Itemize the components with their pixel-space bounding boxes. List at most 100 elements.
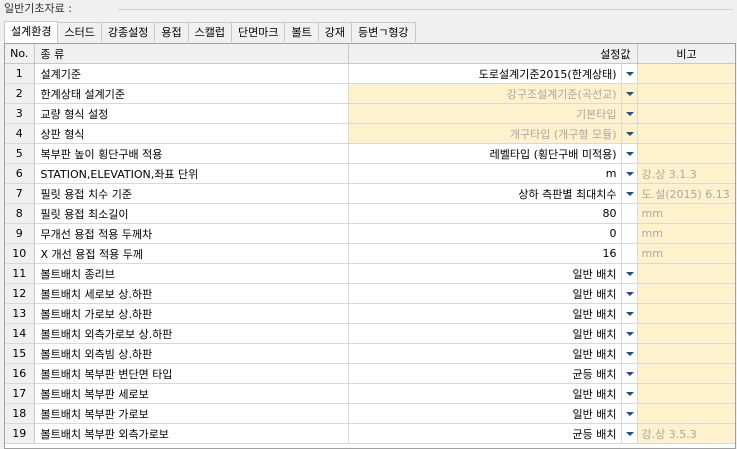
table-row[interactable]: 18 볼트배치 복부판 가로보 일반 배치 <box>5 403 735 424</box>
chevron-down-icon[interactable] <box>622 384 637 403</box>
table-row[interactable]: 6 STATION,ELEVATION,좌표 단위 m 강.상 3.1.3 <box>5 163 735 184</box>
row-value[interactable]: 일반 배치 <box>348 263 622 284</box>
header-value[interactable]: 설정값 <box>348 44 638 64</box>
row-name: 한계상태 설계기준 <box>34 83 349 104</box>
tab-7[interactable]: 강재 <box>317 22 352 42</box>
table-row[interactable]: 8 필릿 용접 최소길이 80 mm <box>5 203 735 224</box>
row-note <box>637 323 735 344</box>
row-value[interactable]: 레벨타입 (횡단구배 미적용) <box>348 143 622 164</box>
group-title: 일반기초자료 : <box>4 2 72 15</box>
row-value[interactable]: 80 <box>348 203 622 224</box>
row-name: 볼트배치 복부판 가로보 <box>34 403 349 424</box>
row-number: 15 <box>5 343 35 364</box>
group-divider <box>118 9 733 10</box>
table-row[interactable]: 2 한계상태 설계기준 강구조설계기준(곡선교) <box>5 83 735 104</box>
chevron-down-icon[interactable] <box>622 284 637 303</box>
row-note: 강.상 3.5.3 <box>637 423 735 444</box>
chevron-down-icon[interactable] <box>622 164 637 183</box>
row-value[interactable]: 일반 배치 <box>348 343 622 364</box>
row-note: 강.상 3.1.3 <box>637 163 735 184</box>
row-name: 상판 형식 <box>34 123 349 144</box>
row-number: 14 <box>5 323 35 344</box>
table-row[interactable]: 15 볼트배치 외측빔 상.하판 일반 배치 <box>5 343 735 364</box>
chevron-down-icon[interactable] <box>622 324 637 343</box>
row-value[interactable]: m <box>348 163 622 184</box>
row-name: 볼트배치 복부판 외측가로보 <box>34 423 349 444</box>
chevron-down-icon[interactable] <box>622 144 637 163</box>
tab-0[interactable]: 설계환경 <box>4 21 59 43</box>
row-value[interactable]: 균등 배치 <box>348 423 622 444</box>
table-row[interactable]: 5 복부판 높이 횡단구배 적용 레벨타입 (횡단구배 미적용) <box>5 143 735 164</box>
row-number: 10 <box>5 243 35 264</box>
table-row[interactable]: 16 볼트배치 복부판 변단면 타입 균등 배치 <box>5 363 735 384</box>
row-value[interactable]: 상하 측판별 최대치수 <box>348 183 622 204</box>
table-row[interactable]: 11 볼트배치 종리브 일반 배치 <box>5 263 735 284</box>
table-row[interactable]: 10 X 개선 용접 적용 두께 16 mm <box>5 243 735 264</box>
table-row[interactable]: 3 교량 형식 설정 기본타입 <box>5 103 735 124</box>
row-value[interactable]: 일반 배치 <box>348 403 622 424</box>
chevron-down-icon[interactable] <box>622 84 637 103</box>
row-dropdown-cell <box>621 363 638 384</box>
table-row[interactable]: 13 볼트배치 가로보 상.하판 일반 배치 <box>5 303 735 324</box>
row-number: 17 <box>5 383 35 404</box>
chevron-down-icon[interactable] <box>622 364 637 383</box>
row-note <box>637 83 735 104</box>
chevron-down-icon[interactable] <box>622 424 637 443</box>
row-value[interactable]: 일반 배치 <box>348 323 622 344</box>
row-note <box>637 363 735 384</box>
row-note <box>637 343 735 364</box>
row-name: 볼트배치 세로보 상.하판 <box>34 283 349 304</box>
row-value[interactable]: 도로설계기준2015(한계상태) <box>348 63 622 84</box>
row-dropdown-cell <box>621 123 638 144</box>
table-row[interactable]: 4 상판 형식 개구타입 (개구형 모듈) <box>5 123 735 144</box>
tab-2[interactable]: 강종설정 <box>100 22 156 42</box>
chevron-down-icon[interactable] <box>622 264 637 283</box>
table-row[interactable]: 17 볼트배치 복부판 세로보 일반 배치 <box>5 383 735 404</box>
chevron-down-icon[interactable] <box>622 304 637 323</box>
row-name: 설계기준 <box>34 63 349 84</box>
table-row[interactable]: 19 볼트배치 복부판 외측가로보 균등 배치 강.상 3.5.3 <box>5 423 735 444</box>
header-note[interactable]: 비고 <box>637 44 735 64</box>
table-row[interactable]: 7 필릿 용접 치수 기준 상하 측판별 최대치수 도.설(2015) 6.13 <box>5 183 735 204</box>
row-number: 5 <box>5 143 35 164</box>
row-dropdown-cell <box>621 183 638 204</box>
chevron-down-icon[interactable] <box>622 124 637 143</box>
tab-8[interactable]: 등변ㄱ형강 <box>350 22 416 42</box>
table-row[interactable]: 1 설계기준 도로설계기준2015(한계상태) <box>5 63 735 84</box>
row-value: 강구조설계기준(곡선교) <box>348 83 622 104</box>
chevron-down-icon[interactable] <box>622 404 637 423</box>
row-dropdown-cell <box>621 263 638 284</box>
row-value[interactable]: 균등 배치 <box>348 363 622 384</box>
row-value[interactable]: 16 <box>348 243 622 264</box>
row-dropdown-cell <box>621 403 638 424</box>
row-value[interactable]: 일반 배치 <box>348 303 622 324</box>
header-name[interactable]: 종 류 <box>34 44 349 64</box>
row-number: 7 <box>5 183 35 204</box>
header-no[interactable]: No. <box>5 44 35 64</box>
tab-3[interactable]: 용접 <box>154 22 189 42</box>
chevron-down-icon[interactable] <box>622 184 637 203</box>
tab-5[interactable]: 단면마크 <box>230 22 286 42</box>
row-value[interactable]: 일반 배치 <box>348 283 622 304</box>
row-dropdown-cell <box>621 283 638 304</box>
table-row[interactable]: 9 무개선 용접 적용 두께차 0 mm <box>5 223 735 244</box>
row-dropdown-cell <box>621 63 638 84</box>
tab-4[interactable]: 스캘럽 <box>187 22 232 42</box>
row-note <box>637 263 735 284</box>
row-value[interactable]: 0 <box>348 223 622 244</box>
chevron-down-icon[interactable] <box>622 344 637 363</box>
row-value[interactable]: 일반 배치 <box>348 383 622 404</box>
row-note <box>637 63 735 84</box>
row-number: 19 <box>5 423 35 444</box>
table-row[interactable]: 12 볼트배치 세로보 상.하판 일반 배치 <box>5 283 735 304</box>
row-dropdown-cell <box>621 223 638 244</box>
table-row[interactable]: 14 볼트배치 외측가로보 상.하판 일반 배치 <box>5 323 735 344</box>
tab-bar: 설계환경 스터드 강종설정 용접 스캘럽 단면마크 볼트 강재 등변ㄱ형강 <box>4 21 416 43</box>
row-dropdown-cell <box>621 323 638 344</box>
row-name: 필릿 용접 최소길이 <box>34 203 349 224</box>
row-note <box>637 383 735 404</box>
tab-1[interactable]: 스터드 <box>57 22 102 42</box>
chevron-down-icon[interactable] <box>622 64 637 83</box>
tab-6[interactable]: 볼트 <box>284 22 319 42</box>
chevron-down-icon[interactable] <box>622 104 637 123</box>
